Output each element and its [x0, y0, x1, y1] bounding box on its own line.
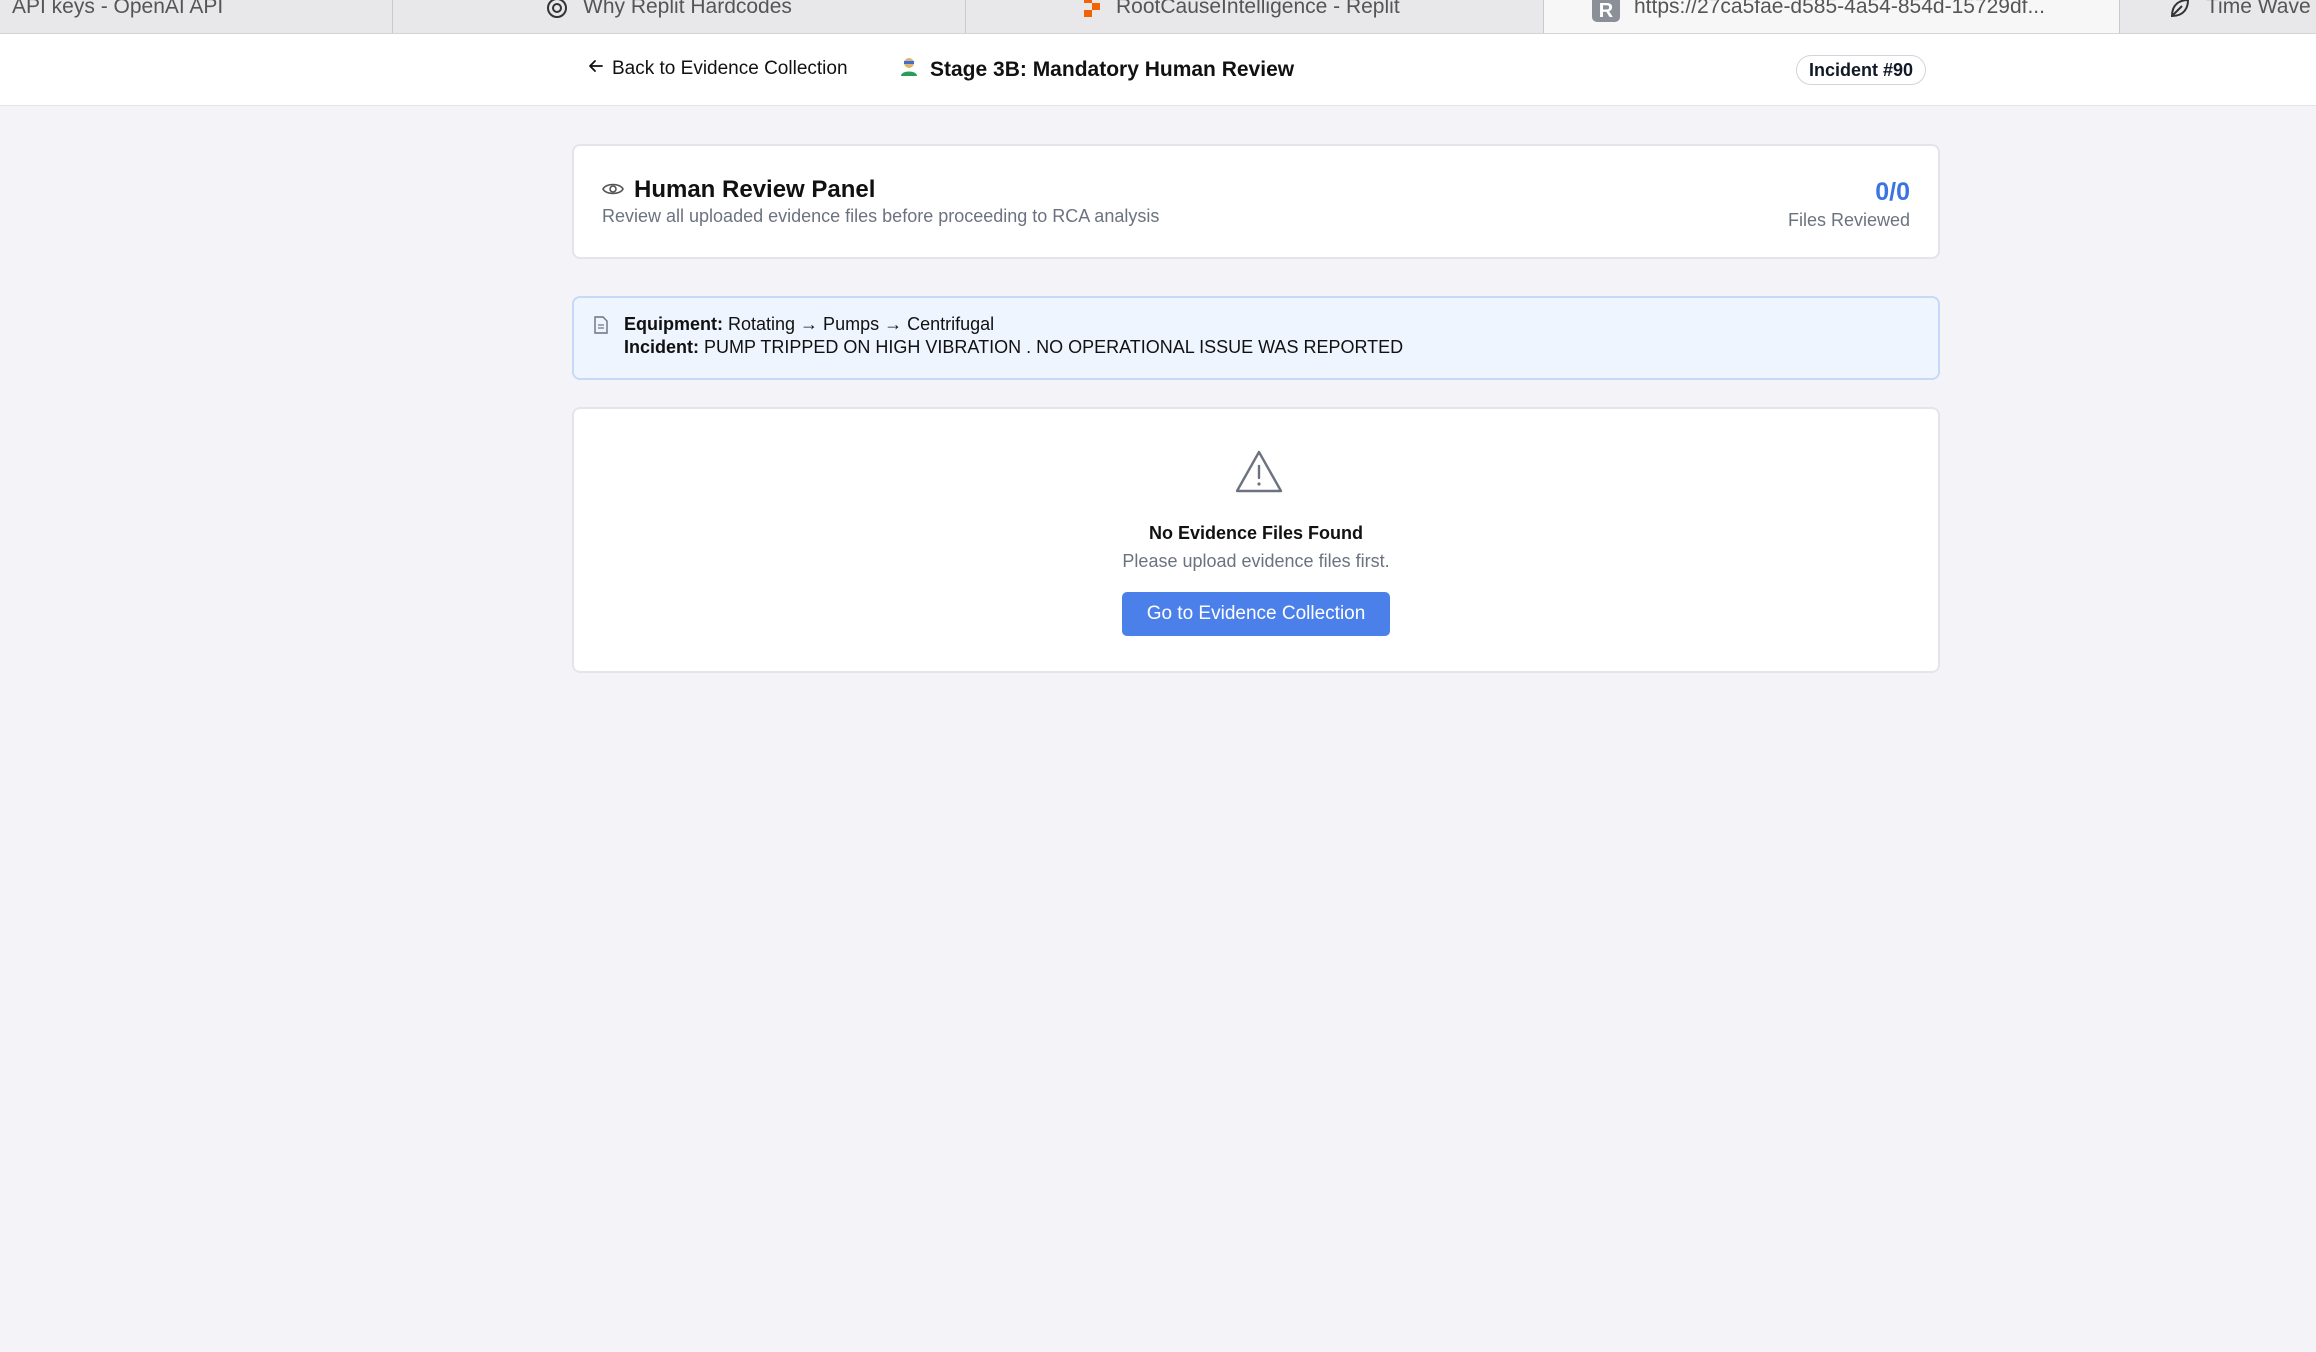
empty-state-card: No Evidence Files Found Please upload ev… — [572, 407, 1940, 673]
tab-label: RootCauseIntelligence - Replit — [1116, 0, 1400, 18]
stage-title-text: Stage 3B: Mandatory Human Review — [930, 58, 1295, 81]
browser-tab-why-replit[interactable]: Why Replit Hardcodes — [393, 0, 966, 33]
openai-icon — [545, 0, 569, 20]
incident-line: Incident: PUMP TRIPPED ON HIGH VIBRATION… — [624, 337, 1403, 358]
tab-label: API keys - OpenAI API — [12, 0, 224, 18]
files-reviewed-count: 0/0 — [1875, 178, 1910, 206]
files-reviewed-label: Files Reviewed — [1787, 210, 1910, 230]
review-panel-heading: Human Review Panel — [602, 176, 875, 204]
tab-label: Why Replit Hardcodes — [583, 0, 792, 18]
go-to-evidence-collection-button[interactable]: Go to Evidence Collection — [1122, 592, 1390, 636]
r-icon: R — [1592, 0, 1620, 22]
equipment-label: Equipment: — [624, 314, 723, 334]
back-link-label: Back to Evidence Collection — [612, 58, 848, 79]
empty-state-subtitle: Please upload evidence files first. — [1122, 551, 1390, 571]
browser-tab-replit[interactable]: RootCauseIntelligence - Replit — [966, 0, 1544, 33]
arrow-left-icon — [588, 58, 604, 80]
empty-state-title: No Evidence Files Found — [1148, 523, 1364, 543]
tab-label: https://27ca5fae-d585-4a54-854d-15729df.… — [1634, 0, 2045, 18]
review-panel-subtitle: Review all uploaded evidence files befor… — [602, 206, 1160, 226]
svg-text:R: R — [1599, 0, 1614, 22]
review-panel-title: Human Review Panel — [634, 176, 876, 203]
back-to-evidence-link[interactable]: Back to Evidence Collection — [588, 58, 848, 80]
tab-label: Time Wave — [2206, 0, 2311, 18]
page-title: Stage 3B: Mandatory Human Review — [898, 56, 1294, 84]
warning-triangle-icon — [1234, 449, 1284, 500]
app-header: Back to Evidence Collection Stage 3B: Ma… — [0, 34, 2316, 106]
browser-tab-active-url[interactable]: R https://27ca5fae-d585-4a54-854d-15729d… — [1544, 0, 2120, 33]
browser-tab-strip: API keys - OpenAI API Why Replit Hardcod… — [0, 0, 2316, 34]
replit-icon — [1082, 0, 1102, 18]
document-icon — [594, 316, 608, 339]
incident-value: PUMP TRIPPED ON HIGH VIBRATION . NO OPER… — [704, 337, 1404, 357]
browser-tab-openai-api-keys[interactable]: API keys - OpenAI API — [0, 0, 393, 33]
reviewer-emoji-icon — [898, 56, 920, 84]
human-review-panel: Human Review Panel Review all uploaded e… — [572, 144, 1940, 259]
incident-info-card: Equipment: Rotating → Pumps → Centrifuga… — [572, 296, 1940, 380]
equipment-value: Rotating → Pumps → Centrifugal — [728, 314, 995, 334]
equipment-line: Equipment: Rotating → Pumps → Centrifuga… — [624, 314, 994, 335]
eye-icon — [602, 176, 624, 204]
incident-badge: Incident #90 — [1796, 55, 1927, 85]
leaf-icon — [2168, 0, 2192, 20]
browser-tab-time-wave[interactable]: Time Wave — [2120, 0, 2316, 33]
incident-label: Incident: — [624, 337, 699, 357]
